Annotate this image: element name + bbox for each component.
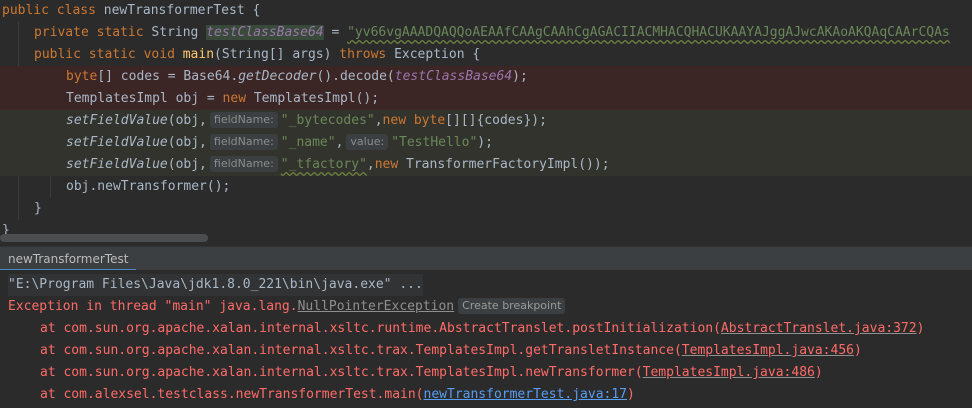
create-breakpoint-button[interactable]: Create breakpoint bbox=[458, 298, 566, 314]
stack-trace-link[interactable]: TemplatesImpl.java:486 bbox=[643, 365, 815, 380]
code-line-1[interactable]: public class newTransformerTest { bbox=[0, 0, 972, 22]
code-line-10[interactable]: } bbox=[0, 198, 972, 220]
param-hint-fieldname: fieldName: bbox=[209, 156, 278, 172]
exception-link[interactable]: NullPointerException bbox=[298, 299, 455, 314]
stack-trace-line: at com.sun.org.apache.xalan.internal.xsl… bbox=[40, 365, 823, 380]
stack-trace-link[interactable]: AbstractTranslet.java:372 bbox=[721, 321, 917, 336]
field-testClassBase64[interactable]: testClassBase64 bbox=[206, 25, 324, 40]
code-line-4[interactable]: byte[] codes = Base64.getDecoder().decod… bbox=[0, 66, 972, 88]
code-editor[interactable]: public class newTransformerTest { privat… bbox=[0, 0, 972, 234]
param-hint-value: value: bbox=[346, 134, 389, 150]
param-hint-fieldname: fieldName: bbox=[209, 134, 278, 150]
code-line-8[interactable]: setFieldValue(obj, fieldName: "_tfactory",… bbox=[0, 154, 972, 176]
code-line-7[interactable]: setFieldValue(obj, fieldName: "_name", valu… bbox=[0, 132, 972, 154]
method-main: main bbox=[182, 47, 215, 62]
code-line-6[interactable]: setFieldValue(obj, fieldName: "_bytecodes"… bbox=[0, 110, 972, 132]
param-hint-fieldname: fieldName: bbox=[209, 112, 278, 128]
code-line-9[interactable]: obj.newTransformer(); bbox=[0, 176, 972, 198]
stack-trace-line: at com.alexsel.testclass.newTransformerT… bbox=[40, 387, 635, 402]
code-line-2[interactable]: private static String testClassBase64 = … bbox=[0, 22, 972, 44]
console-exception-line: Exception in thread "main" java.lang.Nul… bbox=[8, 296, 566, 318]
stack-trace-link[interactable]: newTransformerTest.java:17 bbox=[424, 387, 628, 402]
class-name: newTransformerTest bbox=[103, 3, 245, 18]
console-command-line[interactable]: "E:\Program Files\Java\jdk1.8.0_221\bin\… bbox=[8, 274, 423, 296]
run-console[interactable]: "E:\Program Files\Java\jdk1.8.0_221\bin\… bbox=[0, 270, 972, 408]
horizontal-scrollbar[interactable] bbox=[0, 234, 208, 242]
stack-trace-line: at com.sun.org.apache.xalan.internal.xsl… bbox=[40, 321, 925, 336]
code-line-5[interactable]: TemplatesImpl obj = new TemplatesImpl(); bbox=[0, 88, 972, 110]
stack-trace-line: at com.sun.org.apache.xalan.internal.xsl… bbox=[40, 343, 862, 358]
run-tab[interactable]: newTransformerTest bbox=[0, 247, 137, 271]
stack-trace-link[interactable]: TemplatesImpl.java:456 bbox=[682, 343, 854, 358]
code-line-11[interactable]: } bbox=[0, 220, 972, 234]
run-tool-window-header: newTransformerTest bbox=[0, 246, 972, 272]
code-line-3[interactable]: public static void main(String[] args) t… bbox=[0, 44, 972, 66]
base64-string-literal: "yv66vgAAADQAQQoAEAAfCAAgCAAhCgAGACIIACM… bbox=[347, 25, 950, 40]
